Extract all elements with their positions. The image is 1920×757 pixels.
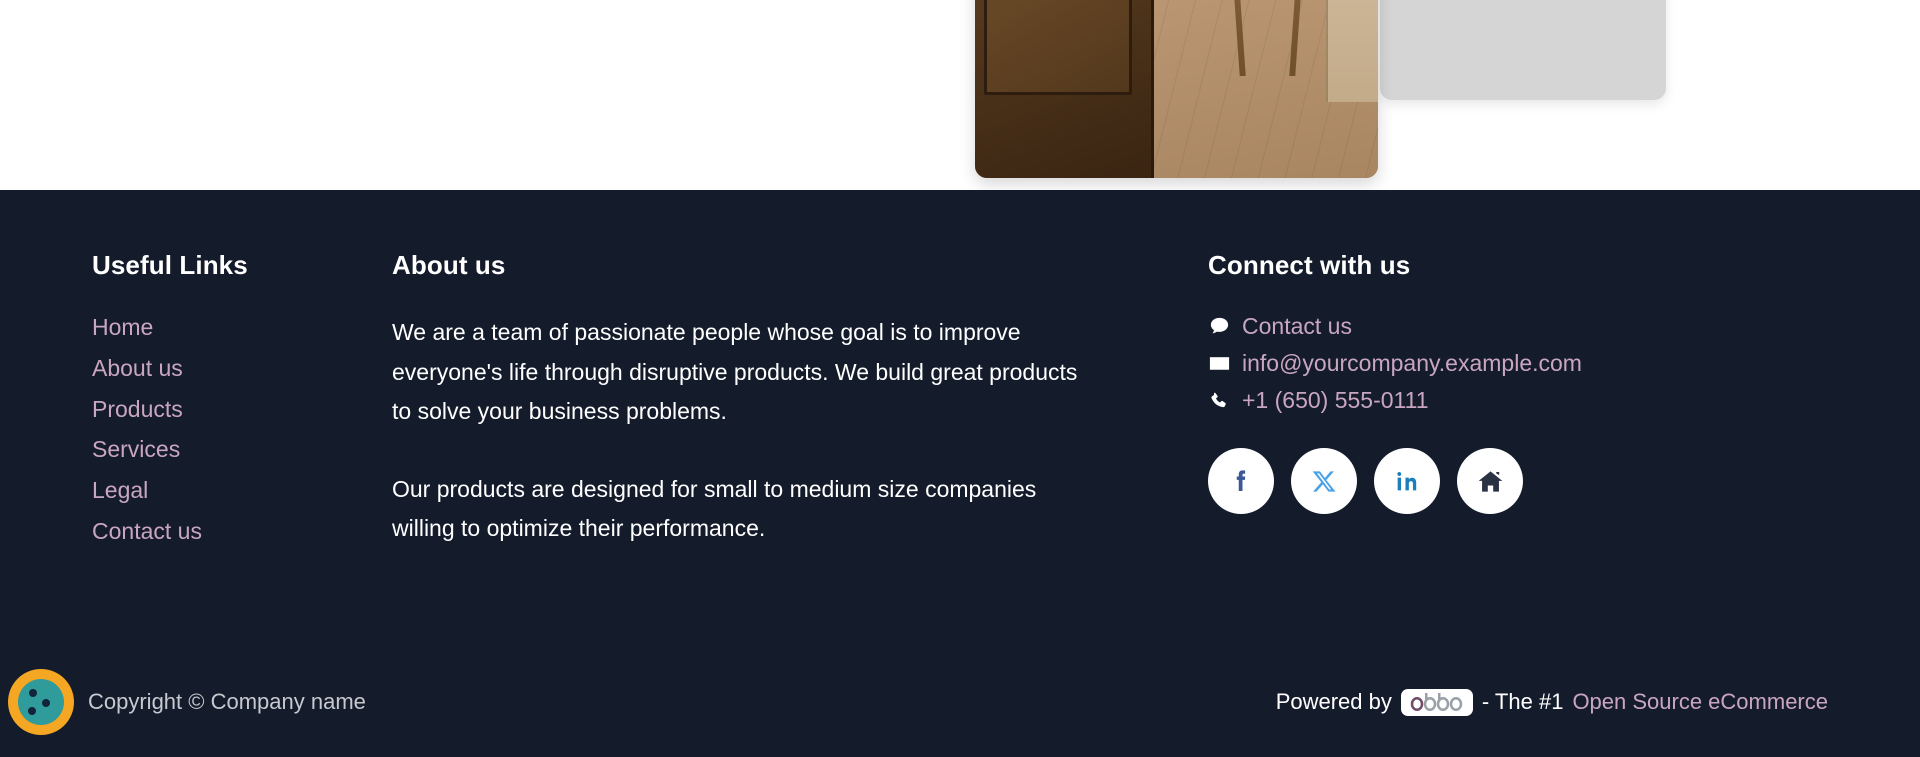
gray-placeholder-card xyxy=(1380,0,1666,100)
list-item: +1 (650) 555-0111 xyxy=(1208,387,1828,414)
envelope-icon xyxy=(1208,352,1242,375)
sidebar-item-home[interactable]: Home xyxy=(92,313,153,342)
photo-stool-leg xyxy=(1288,0,1315,77)
contact-us-link[interactable]: Contact us xyxy=(1242,313,1352,340)
facebook-icon[interactable] xyxy=(1208,448,1274,514)
powered-by-block: Powered by - The #1 Open Source eCommerc… xyxy=(1275,688,1828,716)
powered-by-prefix: Powered by xyxy=(1275,689,1392,714)
open-source-ecommerce-link[interactable]: Open Source eCommerce xyxy=(1572,689,1828,715)
sidebar-item-contact-us[interactable]: Contact us xyxy=(92,517,202,546)
photo-stool-leg xyxy=(1220,0,1246,77)
comment-icon xyxy=(1208,315,1242,338)
logo-dot xyxy=(42,699,50,707)
interior-room-photo xyxy=(975,0,1378,178)
list-item: Services xyxy=(92,435,392,464)
list-item: Contact us xyxy=(92,517,392,546)
sidebar-item-products[interactable]: Products xyxy=(92,395,183,424)
about-paragraph-1: We are a team of passionate people whose… xyxy=(392,319,1078,425)
photo-stool xyxy=(1220,0,1315,82)
home-icon[interactable] xyxy=(1457,448,1523,514)
list-item: About us xyxy=(92,354,392,383)
sidebar-item-about-us[interactable]: About us xyxy=(92,354,183,383)
photo-background xyxy=(975,0,1378,178)
photo-door xyxy=(1325,0,1378,102)
useful-links-heading: Useful Links xyxy=(92,250,248,280)
x-twitter-icon[interactable] xyxy=(1291,448,1357,514)
sidebar-item-services[interactable]: Services xyxy=(92,435,180,464)
copyright-text: Copyright © Company name xyxy=(88,689,366,714)
company-logo-icon[interactable] xyxy=(8,669,74,735)
list-item: info@yourcompany.example.com xyxy=(1208,350,1828,377)
footer-column-useful-links: Useful Links Home About us Products Serv… xyxy=(92,250,392,558)
email-link[interactable]: info@yourcompany.example.com xyxy=(1242,350,1582,377)
logo-dot xyxy=(28,707,36,715)
footer-bottom-bar: Copyright © Company name Powered by - Th… xyxy=(0,647,1920,757)
sidebar-item-legal[interactable]: Legal xyxy=(92,476,148,505)
list-item: Legal xyxy=(92,476,392,505)
page-content-tail xyxy=(0,0,1920,190)
site-footer: Useful Links Home About us Products Serv… xyxy=(0,190,1920,757)
connect-heading: Connect with us xyxy=(1208,250,1411,280)
company-logo-center xyxy=(18,679,64,725)
list-item: Home xyxy=(92,313,392,342)
about-paragraph-2: Our products are designed for small to m… xyxy=(392,475,1037,542)
useful-links-list: Home About us Products Services Legal Co… xyxy=(92,313,392,546)
contact-list: Contact us info@yourcompany.example.com xyxy=(1208,313,1828,414)
powered-by-middle: - The #1 xyxy=(1481,689,1564,714)
social-links xyxy=(1208,448,1828,514)
footer-column-connect: Connect with us Contact us info@yourcomp… xyxy=(1208,250,1828,514)
phone-link[interactable]: +1 (650) 555-0111 xyxy=(1242,387,1428,414)
list-item: Contact us xyxy=(1208,313,1828,340)
odoo-logo-icon[interactable] xyxy=(1400,688,1473,716)
footer-columns: Useful Links Home About us Products Serv… xyxy=(0,190,1920,558)
photo-bed-frame xyxy=(975,0,1155,178)
logo-dot xyxy=(29,689,37,697)
about-heading: About us xyxy=(392,250,506,280)
brand-block: Copyright © Company name xyxy=(0,669,366,735)
footer-column-about: About us We are a team of passionate peo… xyxy=(392,250,1092,549)
list-item: Products xyxy=(92,395,392,424)
linkedin-icon[interactable] xyxy=(1374,448,1440,514)
phone-icon xyxy=(1208,390,1242,412)
